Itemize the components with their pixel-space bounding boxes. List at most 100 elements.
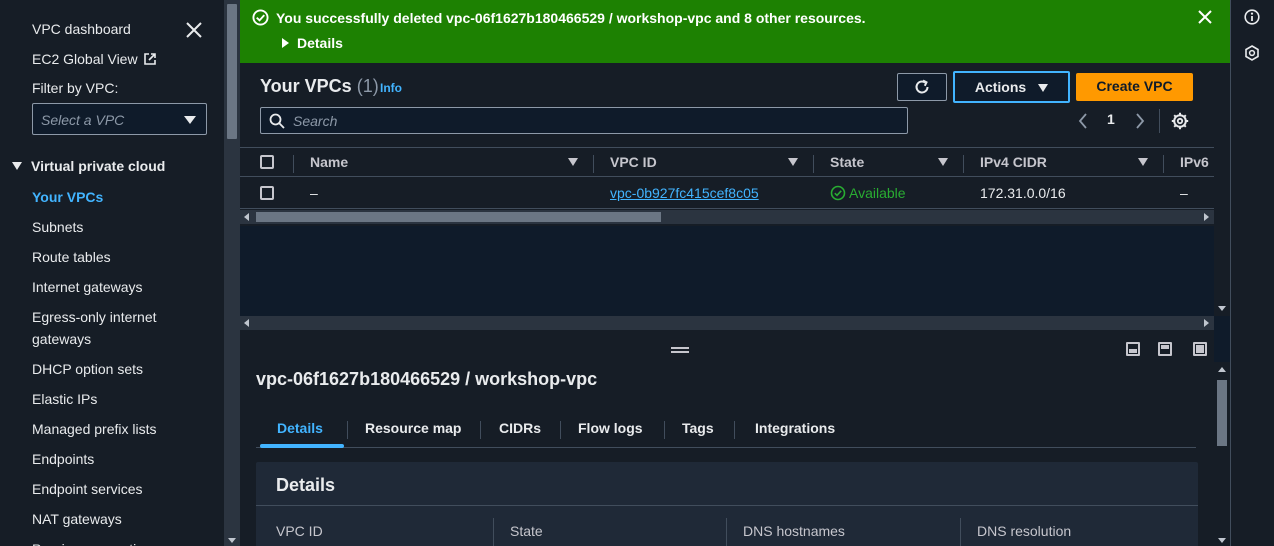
vpc-filter-select[interactable]: Select a VPC bbox=[32, 103, 207, 135]
sidebar-item-managed-prefix-lists[interactable]: Managed prefix lists bbox=[32, 418, 212, 440]
chevron-left-icon[interactable] bbox=[1078, 113, 1088, 129]
tab-cidrs[interactable]: CIDRs bbox=[499, 420, 541, 436]
active-tab-indicator bbox=[260, 444, 344, 448]
details-card-title: Details bbox=[276, 475, 336, 495]
current-page-number[interactable]: 1 bbox=[1107, 111, 1115, 127]
sidebar-scrollbar[interactable] bbox=[224, 0, 240, 546]
cell-state: Available bbox=[830, 185, 906, 201]
scrollbar-thumb[interactable] bbox=[256, 212, 661, 222]
column-header-vpc-id[interactable]: VPC ID bbox=[610, 154, 657, 170]
tab-bar: Details Resource map CIDRs Flow logs Tag… bbox=[256, 412, 1196, 448]
select-all-checkbox[interactable] bbox=[260, 155, 274, 169]
cell-vpc-id-link[interactable]: vpc-0b927fc415cef8c05 bbox=[610, 185, 759, 201]
scroll-left-arrow-icon[interactable] bbox=[244, 213, 249, 221]
scrollbar-thumb[interactable] bbox=[1217, 380, 1227, 446]
split-bottom-icon[interactable] bbox=[1126, 342, 1140, 356]
flash-details-toggle[interactable]: Details bbox=[282, 35, 343, 51]
sidebar-item-nat-gateways[interactable]: NAT gateways bbox=[32, 508, 212, 530]
column-header-state[interactable]: State bbox=[830, 154, 864, 170]
close-icon[interactable] bbox=[184, 20, 204, 40]
info-link[interactable]: Info bbox=[380, 81, 402, 95]
sort-caret-icon[interactable] bbox=[568, 158, 578, 166]
column-header-name[interactable]: Name bbox=[310, 154, 348, 170]
split-panel-scrollbar[interactable] bbox=[1214, 362, 1230, 546]
tab-flow-logs[interactable]: Flow logs bbox=[578, 420, 643, 436]
sidebar-item-route-tables[interactable]: Route tables bbox=[32, 246, 212, 268]
column-divider bbox=[1163, 155, 1164, 173]
actions-dropdown-button[interactable]: Actions bbox=[953, 71, 1070, 103]
tab-details[interactable]: Details bbox=[277, 420, 323, 436]
row-checkbox[interactable] bbox=[260, 186, 274, 200]
sidebar-item-egress-only-internet-gateways[interactable]: Egress-only internet gateways bbox=[32, 306, 172, 350]
tab-resource-map[interactable]: Resource map bbox=[365, 420, 461, 436]
page-title-text: Your VPCs bbox=[260, 76, 352, 96]
table-horizontal-scrollbar[interactable] bbox=[240, 210, 1214, 224]
scroll-right-arrow-icon[interactable] bbox=[1204, 319, 1209, 327]
panel-vertical-scrollbar[interactable] bbox=[1214, 63, 1230, 316]
refresh-icon bbox=[915, 79, 929, 94]
scroll-right-arrow-icon[interactable] bbox=[1204, 213, 1209, 221]
scroll-down-arrow-icon[interactable] bbox=[228, 538, 236, 543]
flash-details-label: Details bbox=[297, 35, 343, 51]
split-full-icon[interactable] bbox=[1193, 342, 1207, 356]
sidebar-item-endpoint-services[interactable]: Endpoint services bbox=[32, 478, 212, 500]
details-card: Details VPC ID State DNS hostnames DNS r… bbox=[256, 462, 1198, 546]
caret-down-icon bbox=[184, 116, 196, 124]
close-icon[interactable] bbox=[1196, 8, 1214, 26]
field-label-state: State bbox=[510, 523, 543, 539]
search-placeholder: Search bbox=[293, 113, 338, 129]
flash-message: You successfully deleted vpc-06f1627b180… bbox=[276, 10, 866, 26]
sidebar-item-internet-gateways[interactable]: Internet gateways bbox=[32, 276, 212, 298]
gear-icon[interactable] bbox=[1171, 112, 1189, 130]
sort-caret-icon[interactable] bbox=[788, 158, 798, 166]
sidebar-item-dhcp-option-sets[interactable]: DHCP option sets bbox=[32, 358, 212, 380]
sidebar-item-your-vpcs[interactable]: Your VPCs bbox=[32, 186, 212, 208]
vpc-list-panel: Your VPCs (1) Info Actions Create VPC Se… bbox=[240, 63, 1214, 316]
sidebar-item-elastic-ips[interactable]: Elastic IPs bbox=[32, 388, 212, 410]
table-header: Name VPC ID State IPv4 CIDR IPv6 bbox=[240, 147, 1214, 177]
scroll-up-arrow-icon[interactable] bbox=[1218, 367, 1226, 372]
ec2-global-view-link[interactable]: EC2 Global View bbox=[32, 51, 156, 67]
security-hexagon-icon[interactable] bbox=[1244, 45, 1260, 61]
tab-divider bbox=[734, 421, 735, 439]
tab-divider bbox=[480, 421, 481, 439]
split-panel-title: vpc-06f1627b180466529 / workshop-vpc bbox=[256, 369, 598, 389]
scroll-left-arrow-icon[interactable] bbox=[244, 319, 249, 327]
split-side-icon[interactable] bbox=[1158, 342, 1172, 356]
create-vpc-button[interactable]: Create VPC bbox=[1076, 73, 1193, 101]
resize-handle-icon[interactable] bbox=[671, 347, 689, 353]
field-divider bbox=[960, 518, 961, 546]
search-icon bbox=[269, 113, 285, 129]
scroll-down-arrow-icon[interactable] bbox=[1218, 306, 1226, 311]
sort-caret-icon[interactable] bbox=[938, 158, 948, 166]
column-header-ipv4-cidr[interactable]: IPv4 CIDR bbox=[980, 154, 1047, 170]
search-input[interactable]: Search bbox=[260, 107, 908, 134]
refresh-button[interactable] bbox=[897, 73, 947, 101]
tab-integrations[interactable]: Integrations bbox=[755, 420, 835, 436]
cell-ipv6: – bbox=[1180, 185, 1188, 201]
chevron-right-icon[interactable] bbox=[1135, 113, 1145, 129]
cell-ipv4-cidr: 172.31.0.0/16 bbox=[980, 185, 1066, 201]
panel-horizontal-scrollbar[interactable] bbox=[240, 316, 1214, 330]
caret-right-icon bbox=[282, 38, 289, 48]
table-row[interactable]: – vpc-0b927fc415cef8c05 Available 172.31… bbox=[240, 177, 1214, 209]
sidebar-item-peering-connections[interactable]: Peering connections bbox=[32, 538, 212, 546]
sidebar-item-subnets[interactable]: Subnets bbox=[32, 216, 212, 238]
tab-tags[interactable]: Tags bbox=[682, 420, 714, 436]
sidebar-item-endpoints[interactable]: Endpoints bbox=[32, 448, 212, 470]
actions-label: Actions bbox=[974, 79, 1027, 95]
section-virtual-private-cloud[interactable]: Virtual private cloud bbox=[12, 158, 165, 174]
column-header-ipv6[interactable]: IPv6 bbox=[1180, 154, 1209, 170]
vpc-dashboard-link[interactable]: VPC dashboard bbox=[32, 21, 131, 37]
field-label-vpc-id: VPC ID bbox=[276, 523, 323, 539]
scroll-down-arrow-icon[interactable] bbox=[1218, 538, 1226, 543]
scrollbar-thumb[interactable] bbox=[227, 4, 237, 139]
cell-state-text: Available bbox=[849, 185, 906, 201]
ec2-global-view-label: EC2 Global View bbox=[32, 51, 138, 67]
sort-caret-icon[interactable] bbox=[1138, 158, 1148, 166]
field-divider bbox=[493, 518, 494, 546]
page-title: Your VPCs (1) bbox=[260, 76, 379, 97]
tab-divider bbox=[560, 421, 561, 439]
field-label-dns-resolution: DNS resolution bbox=[977, 523, 1072, 539]
info-icon[interactable] bbox=[1244, 9, 1260, 25]
